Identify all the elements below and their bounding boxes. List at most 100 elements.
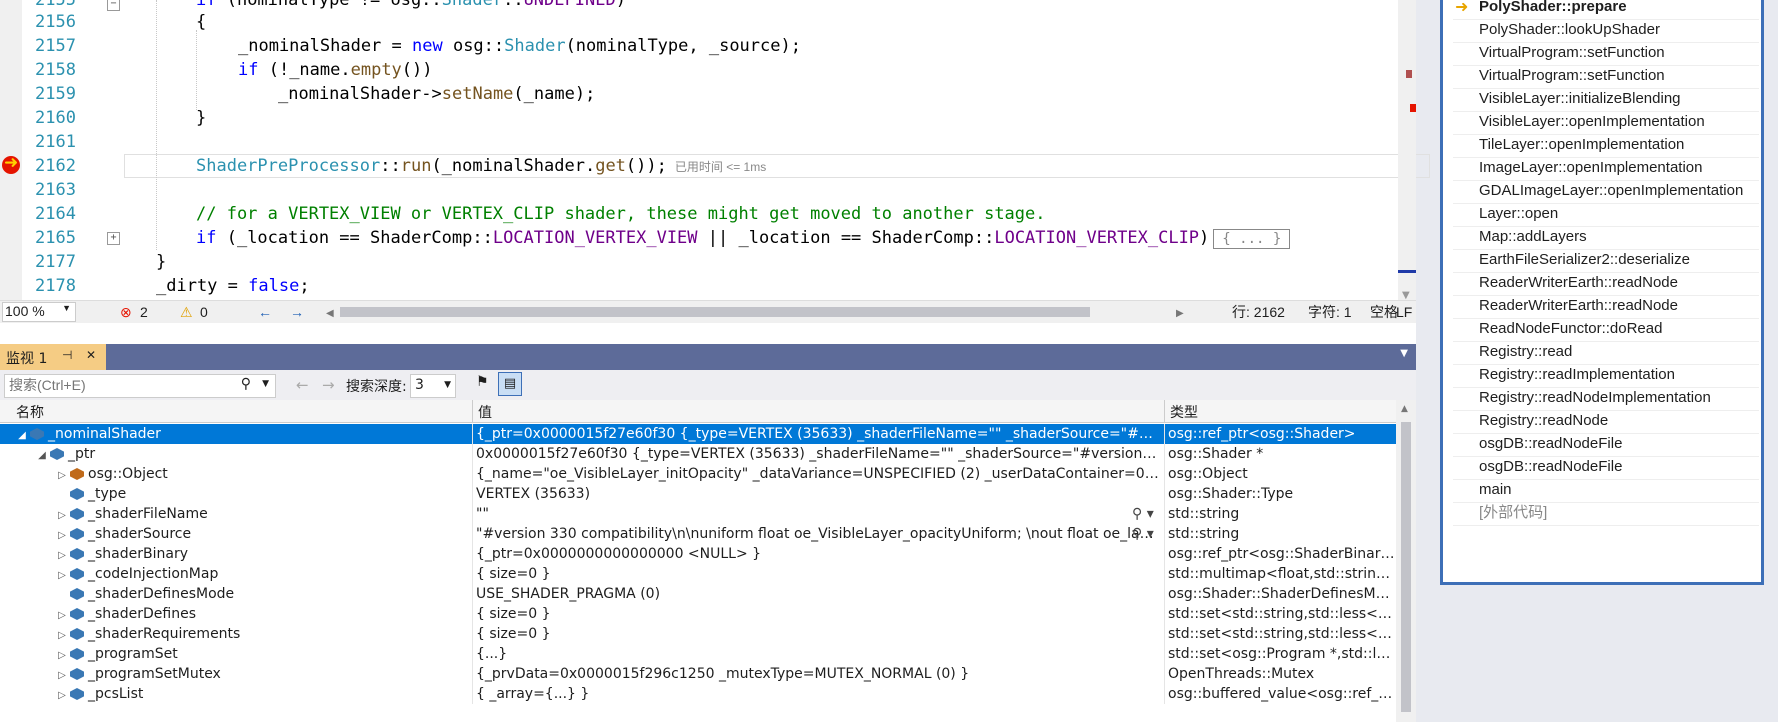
expand-toggle-icon[interactable]: ▷	[56, 566, 68, 586]
watch-name-cell[interactable]: ▷ _codeInjectionMap	[0, 564, 526, 586]
code-text[interactable]: }	[156, 250, 166, 274]
watch-value[interactable]: {_ptr=0x0000015f27e60f30 {_type=VERTEX (…	[476, 424, 1160, 444]
chevron-down-icon[interactable]: ▼	[262, 379, 269, 389]
code-text[interactable]: if (!_name.empty())	[238, 58, 433, 82]
search-forward-icon[interactable]: →	[322, 376, 335, 394]
watch-row[interactable]: ▷ _shaderSource "#version 330 compatibilit…	[0, 524, 1396, 544]
call-stack-frame[interactable]: EarthFileSerializer2::deserialize	[1479, 248, 1690, 272]
watch-value[interactable]: { size=0 }	[476, 564, 1160, 584]
watch-row[interactable]: ▷ _programSetMutex {_prvData=0x0000015f296…	[0, 664, 1396, 684]
call-stack-frame[interactable]: Registry::read	[1479, 340, 1572, 364]
text-visualizer-icon[interactable]: ⚲ ▾	[1132, 504, 1154, 524]
watch-vertical-scrollbar[interactable]: ▲	[1396, 400, 1416, 722]
call-stack-frame[interactable]: [外部代码]	[1479, 501, 1547, 525]
call-stack-frame[interactable]: Registry::readImplementation	[1479, 363, 1675, 387]
search-depth-select[interactable]: 3 ▼	[410, 374, 456, 398]
call-stack-frame[interactable]: VisibleLayer::initializeBlending	[1479, 87, 1681, 111]
expand-toggle-icon[interactable]: ▷	[56, 626, 68, 646]
watch-row[interactable]: ◢ _ptr 0x0000015f27e60f30 {_type=VERTEX (3…	[0, 444, 1396, 464]
watch-row[interactable]: ▷ _shaderBinary {_ptr=0x0000000000000000 <…	[0, 544, 1396, 564]
watch-value[interactable]: {...}	[476, 644, 1160, 664]
code-text[interactable]: // for a VERTEX_VIEW or VERTEX_CLIP shad…	[196, 202, 1046, 226]
call-stack-frame[interactable]: VisibleLayer::openImplementation	[1479, 110, 1705, 134]
call-stack-frame[interactable]: PolyShader::prepare	[1479, 0, 1627, 19]
column-header-name[interactable]: 名称	[16, 402, 44, 422]
call-stack-frame[interactable]: osgDB::readNodeFile	[1479, 432, 1622, 456]
watch-name-cell[interactable]: ▷ _programSetMutex	[0, 664, 526, 686]
call-stack-frame[interactable]: TileLayer::openImplementation	[1479, 133, 1684, 157]
watch-name-cell[interactable]: ▷ _shaderFileName	[0, 504, 526, 526]
code-editor[interactable]: ➜ − + 2155 if (nominalType != osg::Shader…	[0, 0, 1430, 320]
search-icon[interactable]: ⚲	[241, 376, 251, 392]
column-header-type[interactable]: 类型	[1170, 402, 1198, 422]
warning-icon[interactable]: ⚠	[180, 303, 193, 321]
watch-name-cell[interactable]: _shaderDefinesMode	[0, 584, 526, 604]
call-stack-frame[interactable]: main	[1479, 478, 1512, 502]
expand-toggle-icon[interactable]: ▷	[56, 606, 68, 626]
code-line[interactable]: 2161	[0, 130, 1260, 154]
watch-value[interactable]: VERTEX (35633)	[476, 484, 1160, 504]
code-line[interactable]: 2159 _nominalShader->setName(_name);	[0, 82, 1260, 106]
watch-row[interactable]: ▷ _shaderRequirements { size=0 } std::set<s…	[0, 624, 1396, 644]
watch-row[interactable]: ▷ _shaderDefines { size=0 } std::set<std::s…	[0, 604, 1396, 624]
watch-name-cell[interactable]: ◢ _nominalShader	[0, 424, 486, 446]
code-line[interactable]: 2160}	[0, 106, 1260, 130]
code-line[interactable]: 2157 _nominalShader = new osg::Shader(nom…	[0, 34, 1260, 58]
watch-value[interactable]: {_name="oe_VisibleLayer_initOpacity" _da…	[476, 464, 1160, 484]
code-text[interactable]: if (_location == ShaderComp::LOCATION_VE…	[196, 226, 1291, 250]
zoom-select[interactable]: 100 % ▼	[2, 302, 76, 322]
watch-name-cell[interactable]: ▷ _shaderBinary	[0, 544, 526, 566]
call-stack-frame[interactable]: GDALImageLayer::openImplementation	[1479, 179, 1743, 203]
watch-row[interactable]: _shaderDefinesMode USE_SHADER_PRAGMA (0) o…	[0, 584, 1396, 604]
code-text[interactable]: {	[196, 10, 206, 34]
watch-row[interactable]: ▷ _codeInjectionMap { size=0 } std::multima…	[0, 564, 1396, 584]
code-line[interactable]: 2158 if (!_name.empty())	[0, 58, 1260, 82]
search-back-icon[interactable]: ←	[296, 376, 309, 394]
watch-row[interactable]: _type VERTEX (35633) osg::Shader::Type	[0, 484, 1396, 504]
scroll-right-icon[interactable]: ▶	[1176, 305, 1184, 323]
hex-display-icon[interactable]: ▤	[498, 372, 522, 396]
expand-toggle-icon[interactable]: ▷	[56, 546, 68, 566]
close-icon[interactable]: ✕	[86, 348, 96, 362]
watch-search-box[interactable]: ⚲ ▼	[4, 374, 276, 398]
watch-name-cell[interactable]: ▷ _shaderDefines	[0, 604, 526, 626]
pin-icon[interactable]: ⊣	[62, 348, 72, 362]
watch-value[interactable]: ""	[476, 504, 1160, 524]
scroll-up-icon[interactable]: ▲	[1401, 404, 1408, 414]
call-stack-frame[interactable]: ImageLayer::openImplementation	[1479, 156, 1702, 180]
call-stack-frame[interactable]: PolyShader::lookUpShader	[1479, 18, 1660, 42]
watch-row[interactable]: ▷ osg::Object {_name="oe_VisibleLayer_init…	[0, 464, 1396, 484]
code-line[interactable]: 2178 _dirty = false;	[0, 274, 1260, 298]
expand-toggle-icon[interactable]: ▷	[56, 646, 68, 666]
watch-row[interactable]: ▷ _shaderFileName "" std::string ⚲ ▾	[0, 504, 1396, 524]
code-text[interactable]: _nominalShader = new osg::Shader(nominal…	[238, 34, 801, 58]
expand-toggle-icon[interactable]: ▷	[56, 526, 68, 546]
code-line[interactable]: 2163	[0, 178, 1260, 202]
watch-value[interactable]: "#version 330 compatibility\n\nuniform f…	[476, 524, 1160, 544]
watch-search-input[interactable]	[5, 375, 243, 395]
watch-value[interactable]: USE_SHADER_PRAGMA (0)	[476, 584, 1160, 604]
call-stack-frame[interactable]: osgDB::readNodeFile	[1479, 455, 1622, 479]
watch-value[interactable]: {_prvData=0x0000015f296c1250 _mutexType=…	[476, 664, 1160, 684]
expand-toggle-icon[interactable]: ▷	[56, 666, 68, 686]
column-header-value[interactable]: 值	[478, 402, 492, 422]
call-stack-frame[interactable]: ReaderWriterEarth::readNode	[1479, 271, 1678, 295]
call-stack-frame[interactable]: Registry::readNode	[1479, 409, 1608, 433]
navigate-forward-icon[interactable]: →	[290, 303, 304, 321]
expand-toggle-icon[interactable]: ▷	[56, 686, 68, 706]
code-line[interactable]: 2156 {	[0, 10, 1260, 34]
text-visualizer-icon[interactable]: ⚲ ▾	[1132, 524, 1154, 544]
code-text[interactable]: _dirty = false;	[156, 274, 310, 298]
call-stack-frame[interactable]: Map::addLayers	[1479, 225, 1587, 249]
scroll-thumb[interactable]	[1401, 422, 1411, 712]
watch-name-cell[interactable]: ▷ _shaderSource	[0, 524, 526, 546]
warning-count[interactable]: 0	[200, 303, 208, 321]
tab-watch-1[interactable]: 监视 1 ⊣ ✕	[0, 344, 106, 370]
watch-row[interactable]: ◢ _nominalShader {_ptr=0x0000015f27e60f30 …	[0, 424, 1396, 444]
call-stack-frame[interactable]: Registry::readNodeImplementation	[1479, 386, 1711, 410]
call-stack-frame[interactable]: Layer::open	[1479, 202, 1558, 226]
watch-name-cell[interactable]: ▷ _shaderRequirements	[0, 624, 526, 646]
watch-row[interactable]: ▷ _pcsList { _array={...} } osg::buffered_v…	[0, 684, 1396, 704]
watch-name-cell[interactable]: ▷ osg::Object	[0, 464, 526, 486]
code-line[interactable]: 2165 if (_location == ShaderComp::LOCATIO…	[0, 226, 1291, 250]
